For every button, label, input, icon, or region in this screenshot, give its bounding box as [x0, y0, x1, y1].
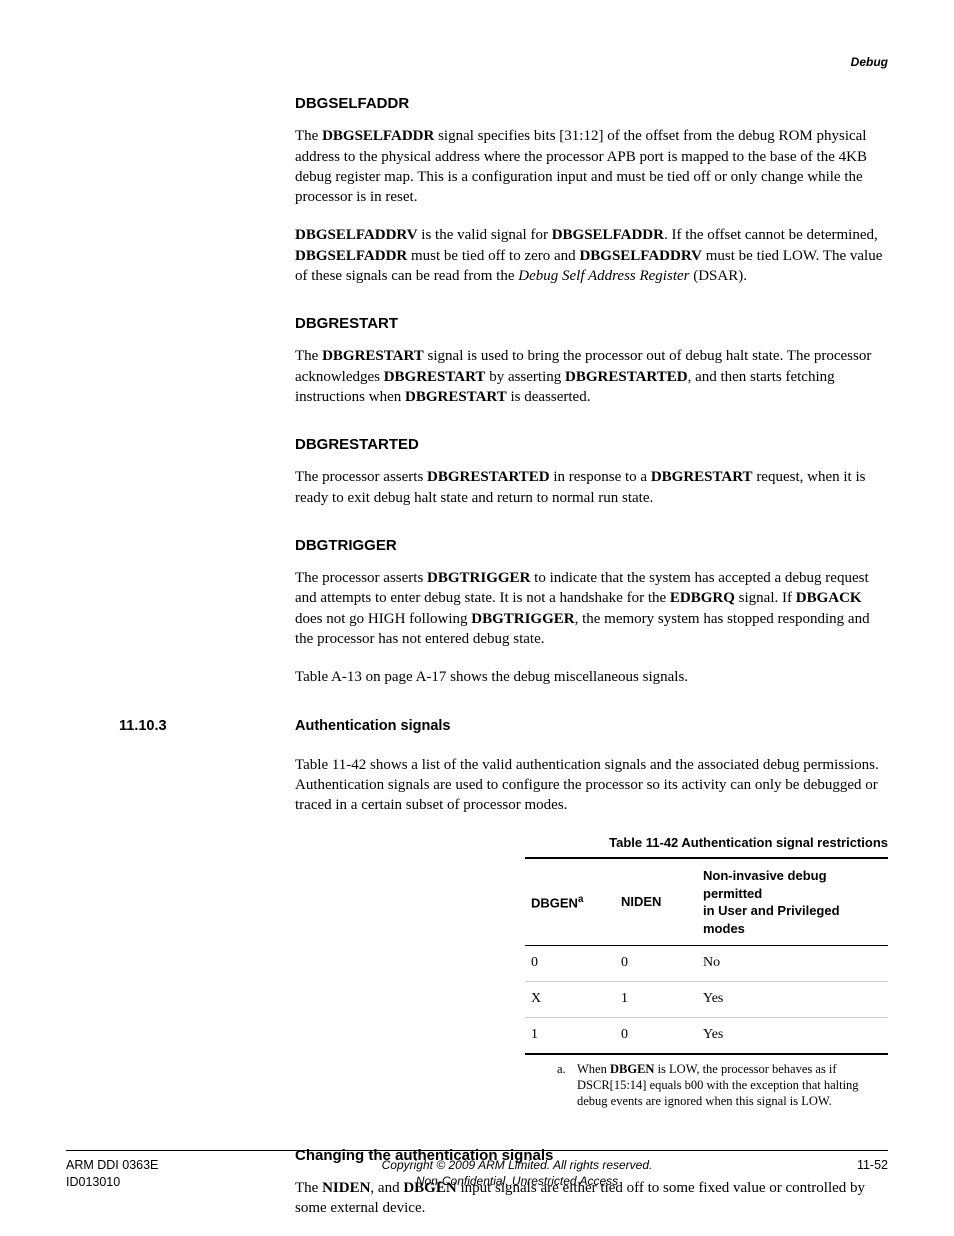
signal-dbgselfaddr: DBGSELFADDR [322, 128, 434, 144]
text: The processor asserts [295, 469, 427, 485]
heading-dbgrestart: DBGRESTART [295, 314, 888, 334]
header-section-label: Debug [851, 54, 888, 70]
text: . If the offset cannot be determined, [664, 227, 878, 243]
footer-right: 11-52 [768, 1157, 888, 1191]
section-number: 11.10.3 [119, 717, 167, 737]
cell-dbgen: 0 [525, 946, 615, 982]
text: The [295, 128, 322, 144]
para-auth-intro: Table 11-42 shows a list of the valid au… [295, 755, 888, 816]
text: is the valid signal for [418, 227, 552, 243]
text: The [295, 348, 322, 364]
signal-dbgtrigger: DBGTRIGGER [427, 570, 530, 586]
para-dbgrestarted-1: The processor asserts DBGRESTARTED in re… [295, 467, 888, 508]
text-line2: in User and Privileged modes [703, 903, 840, 936]
signal-dbgselfaddr: DBGSELFADDR [552, 227, 664, 243]
signal-dbgrestart: DBGRESTART [322, 348, 424, 364]
cell-dbgen: 1 [525, 1018, 615, 1054]
text-line1: Non-invasive debug permitted [703, 868, 827, 901]
signal-dbgselfaddr: DBGSELFADDR [295, 248, 407, 264]
cell-dbgen: X [525, 982, 615, 1018]
signal-dbgrestarted: DBGRESTARTED [565, 369, 688, 385]
text: does not go HIGH following [295, 611, 471, 627]
copyright-line: Copyright © 2009 ARM Limited. All rights… [382, 1158, 653, 1172]
signal-dbgtrigger: DBGTRIGGER [471, 611, 574, 627]
table-row: X 1 Yes [525, 982, 888, 1018]
signal-dbgrestarted: DBGRESTARTED [427, 469, 550, 485]
signal-dbgrestart: DBGRESTART [651, 469, 753, 485]
auth-table-wrap: DBGENa NIDEN Non-invasive debug permitte… [525, 857, 888, 1055]
cell-permitted: No [697, 946, 888, 982]
text: DBGEN [531, 895, 578, 910]
footer-center: Copyright © 2009 ARM Limited. All rights… [266, 1157, 768, 1191]
footnote-marker: a. [557, 1061, 577, 1110]
text: signal. If [735, 590, 796, 606]
footer-left: ARM DDI 0363E ID013010 [66, 1157, 266, 1191]
signal-dbgrestart: DBGRESTART [405, 389, 507, 405]
heading-dbgrestarted: DBGRESTARTED [295, 435, 888, 455]
signal-edbgrq: EDBGRQ [670, 590, 735, 606]
page-number: 11-52 [857, 1158, 888, 1172]
page-footer: ARM DDI 0363E ID013010 Copyright © 2009 … [66, 1150, 888, 1191]
signal-dbgack: DBGACK [796, 590, 862, 606]
para-dbgtrigger-1: The processor asserts DBGTRIGGER to indi… [295, 568, 888, 649]
table-row: 1 0 Yes [525, 1018, 888, 1054]
col-noninvasive: Non-invasive debug permitted in User and… [697, 858, 888, 946]
table-footnote: a. When DBGEN is LOW, the processor beha… [557, 1061, 888, 1110]
signal-dbgen: DBGEN [610, 1062, 654, 1076]
text: is deasserted. [507, 389, 591, 405]
para-dbgtrigger-2: Table A-13 on page A-17 shows the debug … [295, 667, 888, 687]
signal-dbgrestart: DBGRESTART [384, 369, 486, 385]
footnote-marker-a: a [578, 894, 583, 905]
rev-id: ID013010 [66, 1175, 120, 1189]
section-title-authentication-signals: Authentication signals [295, 717, 888, 737]
content-column: DBGSELFADDR The DBGSELFADDR signal speci… [295, 94, 888, 1236]
table-caption: Table 11-42 Authentication signal restri… [295, 834, 888, 852]
para-dbgselfaddr-2: DBGSELFADDRV is the valid signal for DBG… [295, 225, 888, 286]
page: Debug DBGSELFADDR The DBGSELFADDR signal… [0, 0, 954, 1235]
signal-dbgselfaddrv: DBGSELFADDRV [579, 248, 702, 264]
table-row: 0 0 No [525, 946, 888, 982]
auth-table: DBGENa NIDEN Non-invasive debug permitte… [525, 857, 888, 1055]
cell-niden: 0 [615, 946, 697, 982]
signal-dbgselfaddrv: DBGSELFADDRV [295, 227, 418, 243]
cell-permitted: Yes [697, 982, 888, 1018]
col-niden: NIDEN [615, 858, 697, 946]
cell-niden: 1 [615, 982, 697, 1018]
text: The processor asserts [295, 570, 427, 586]
table-header-row: DBGENa NIDEN Non-invasive debug permitte… [525, 858, 888, 946]
heading-dbgselfaddr: DBGSELFADDR [295, 94, 888, 114]
para-dbgrestart-1: The DBGRESTART signal is used to bring t… [295, 346, 888, 407]
access-line: Non-Confidential, Unrestricted Access [416, 1174, 618, 1188]
para-dbgselfaddr-1: The DBGSELFADDR signal specifies bits [3… [295, 126, 888, 207]
cell-niden: 0 [615, 1018, 697, 1054]
heading-dbgtrigger: DBGTRIGGER [295, 536, 888, 556]
cell-permitted: Yes [697, 1018, 888, 1054]
text: When [577, 1062, 610, 1076]
doc-id: ARM DDI 0363E [66, 1158, 158, 1172]
text: in response to a [550, 469, 651, 485]
footnote-text: When DBGEN is LOW, the processor behaves… [577, 1061, 888, 1110]
text: must be tied off to zero and [407, 248, 579, 264]
text: by asserting [485, 369, 565, 385]
register-dsar: Debug Self Address Register [518, 268, 689, 284]
text: (DSAR). [689, 268, 747, 284]
col-dbgen: DBGENa [525, 858, 615, 946]
